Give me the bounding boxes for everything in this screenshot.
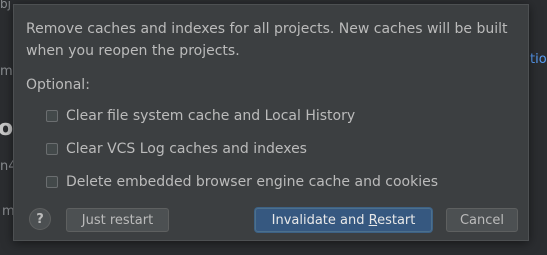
invalidate-caches-dialog: Remove caches and indexes for all projec… (13, 4, 529, 241)
option-clear-file-system-cache[interactable]: Clear file system cache and Local Histor… (46, 106, 355, 126)
cancel-button[interactable]: Cancel (446, 208, 518, 232)
option-label: Delete embedded browser engine cache and… (66, 174, 439, 190)
background-text-fragment: bj (0, 0, 11, 11)
button-label: Just restart (81, 212, 154, 228)
button-label: Invalidate and Restart (272, 213, 416, 228)
option-label: Clear VCS Log caches and indexes (66, 141, 307, 157)
button-label: Cancel (459, 212, 505, 228)
button-label-suffix: estart (377, 212, 416, 228)
help-button[interactable]: ? (29, 208, 51, 230)
dialog-message: Remove caches and indexes for all projec… (26, 21, 508, 59)
just-restart-button[interactable]: Just restart (66, 208, 169, 232)
option-delete-browser-cache[interactable]: Delete embedded browser engine cache and… (46, 172, 438, 192)
background-link-fragment: tion (530, 52, 547, 67)
checkbox[interactable] (46, 110, 58, 122)
invalidate-and-restart-button[interactable]: Invalidate and Restart (255, 208, 432, 232)
optional-label: Optional: (26, 77, 90, 93)
button-label-prefix: Invalidate and (271, 212, 369, 228)
button-label-mnemonic: R (368, 212, 378, 228)
background-right-strip (529, 0, 547, 255)
background-text-fragment: m (0, 64, 13, 79)
option-clear-vcs-log-caches[interactable]: Clear VCS Log caches and indexes (46, 139, 307, 159)
background-bottom-strip (0, 241, 547, 255)
option-label: Clear file system cache and Local Histor… (66, 108, 356, 124)
checkbox[interactable] (46, 176, 58, 188)
help-icon: ? (36, 211, 44, 227)
checkbox[interactable] (46, 143, 58, 155)
